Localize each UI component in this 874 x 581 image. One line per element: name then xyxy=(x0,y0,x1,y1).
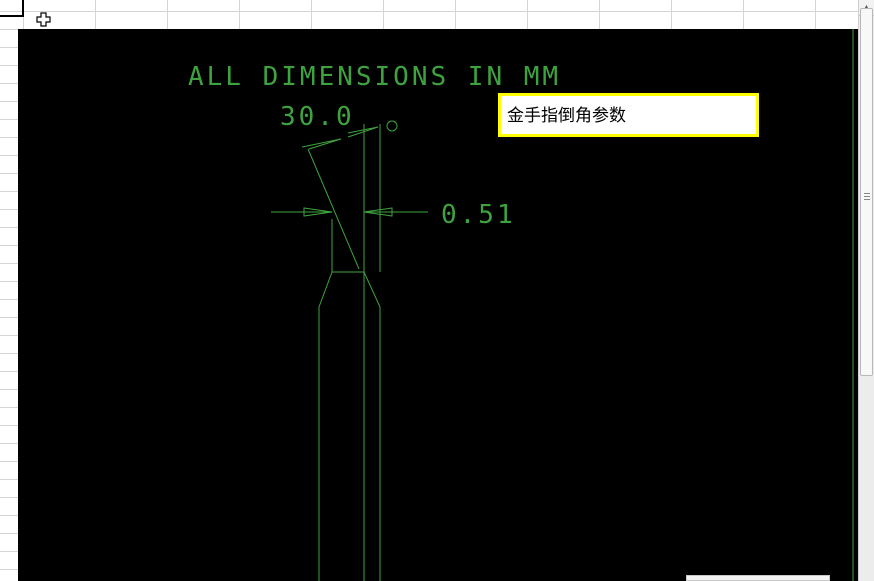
vertical-scrollbar[interactable]: ▲ xyxy=(858,0,874,581)
angle-arrow-left xyxy=(301,138,342,150)
comment-text: 金手指倒角参数 xyxy=(507,106,626,126)
comment-box[interactable]: 金手指倒角参数 xyxy=(498,93,759,137)
bottom-panel-edge xyxy=(686,575,830,581)
scroll-thumb[interactable] xyxy=(860,8,873,376)
plus-cursor-icon xyxy=(36,12,51,27)
width-dimension-label: 0.51 xyxy=(441,200,516,230)
drawing-heading: ALL DIMENSIONS IN MM xyxy=(188,62,561,92)
active-cell-indicator xyxy=(0,0,24,17)
grip-icon xyxy=(864,193,870,200)
degree-symbol xyxy=(386,120,398,132)
angle-dimension-label: 30.0 xyxy=(280,102,355,132)
chamfer-left xyxy=(318,271,333,308)
angle-line xyxy=(307,148,360,270)
chamfer-right xyxy=(363,271,381,308)
